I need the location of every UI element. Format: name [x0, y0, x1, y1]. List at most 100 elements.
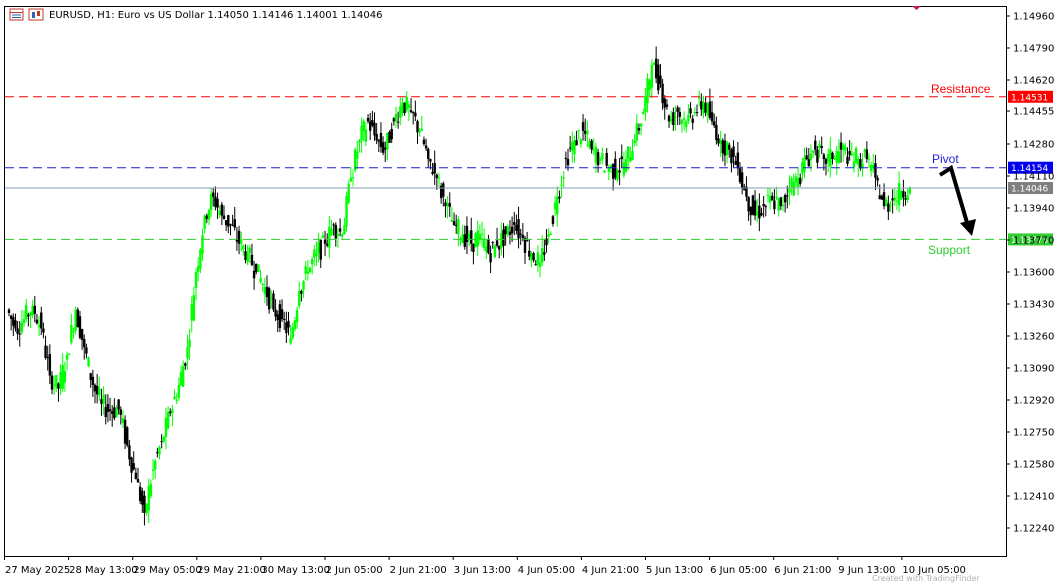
- candle-body: [648, 80, 651, 91]
- candle-body: [725, 142, 729, 155]
- candle-body: [184, 363, 187, 366]
- candle-body: [495, 240, 499, 246]
- candle-body: [455, 224, 458, 226]
- candle-body: [543, 252, 546, 255]
- candle-body: [194, 272, 198, 288]
- candle-body: [12, 317, 15, 326]
- candle-body: [700, 101, 703, 110]
- candle-body: [414, 112, 417, 117]
- candle-body: [659, 75, 662, 84]
- candle-body: [605, 152, 608, 166]
- candle-body: [214, 196, 217, 208]
- candle-body: [487, 239, 490, 254]
- candle-body: [773, 200, 776, 210]
- candle-body: [442, 183, 445, 197]
- candle-body: [134, 472, 138, 480]
- candle-body: [384, 147, 387, 150]
- candle-body: [156, 452, 159, 454]
- candle-body: [65, 354, 69, 360]
- candle-body: [212, 192, 215, 197]
- candle-body: [562, 177, 565, 179]
- candle-body: [534, 264, 537, 266]
- candle-body: [175, 399, 178, 401]
- candle-body: [227, 215, 230, 227]
- y-tick-label: 1.14455: [1013, 107, 1054, 118]
- candle-body: [665, 104, 669, 107]
- candle-body: [147, 486, 150, 511]
- x-tick-label: 5 Jun 13:00: [646, 565, 703, 576]
- candle-body: [326, 243, 329, 246]
- candle-body: [618, 170, 621, 173]
- candle-body: [876, 177, 879, 181]
- candle-body: [123, 419, 127, 444]
- candle-body: [859, 159, 862, 169]
- candle-body: [360, 125, 363, 141]
- candle-body: [463, 234, 466, 247]
- candle-body: [371, 119, 374, 126]
- candle-body: [270, 298, 273, 300]
- candle-body: [328, 226, 331, 248]
- candle-body: [467, 233, 471, 239]
- candle: [272, 290, 275, 312]
- candle-body: [85, 347, 88, 354]
- candle-body: [162, 436, 165, 442]
- y-tick-label: 1.13430: [1013, 300, 1054, 311]
- candle-body: [220, 204, 224, 216]
- candle-body: [474, 233, 477, 248]
- chart-canvas[interactable]: EURUSD, H1: Euro vs US Dollar 1.14050 1.…: [0, 0, 1057, 583]
- candle-body: [222, 215, 226, 219]
- candle-body: [734, 160, 737, 165]
- candle-body: [493, 245, 497, 258]
- candle-body: [128, 445, 131, 460]
- candle-body: [480, 233, 484, 235]
- candle-body: [674, 116, 677, 118]
- candle-body: [667, 115, 671, 122]
- candle-body: [809, 153, 813, 160]
- candle-body: [201, 235, 204, 254]
- candle-body: [338, 228, 342, 232]
- candle-body: [158, 446, 161, 455]
- candle-body: [682, 118, 686, 120]
- candle-body: [334, 224, 337, 239]
- candle-body: [523, 238, 527, 253]
- candle-body: [246, 253, 249, 263]
- candle-body: [897, 182, 901, 205]
- candle-body: [169, 411, 172, 414]
- candle-body: [407, 104, 411, 108]
- candle-body: [160, 441, 163, 443]
- candle-body: [91, 376, 95, 385]
- candle-body: [257, 264, 260, 272]
- candle-body: [629, 157, 632, 162]
- candle-body: [803, 157, 806, 172]
- candle-body: [829, 149, 832, 167]
- candle-body: [179, 371, 183, 385]
- candle-body: [616, 170, 619, 180]
- x-tick-label: 29 May 05:00: [133, 565, 202, 576]
- candle-body: [9, 315, 13, 319]
- window-grid-icon[interactable]: [9, 8, 24, 21]
- candle-body: [89, 373, 92, 380]
- candle-body: [644, 96, 647, 112]
- candle-body: [826, 153, 830, 163]
- candle-body: [197, 265, 200, 272]
- candle-body: [278, 304, 282, 328]
- candle-body: [418, 130, 421, 133]
- chart-type-icon[interactable]: [28, 8, 44, 21]
- candle-body: [590, 140, 593, 150]
- candle-body: [887, 203, 890, 212]
- candle-body: [779, 197, 783, 207]
- candle-body: [31, 305, 34, 316]
- pivot-label: Pivot: [932, 152, 959, 166]
- y-tick-label: 1.13090: [1013, 364, 1054, 375]
- candle-body: [141, 490, 144, 505]
- candle-body: [224, 220, 228, 226]
- candle-body: [317, 242, 320, 254]
- candle-body: [622, 162, 626, 176]
- candle-body: [22, 319, 26, 324]
- candle-body: [190, 303, 193, 321]
- candle-body: [880, 195, 884, 200]
- candle-body: [777, 198, 780, 211]
- candle-body: [620, 156, 623, 160]
- candle-body: [229, 223, 232, 225]
- candle-body: [676, 107, 679, 112]
